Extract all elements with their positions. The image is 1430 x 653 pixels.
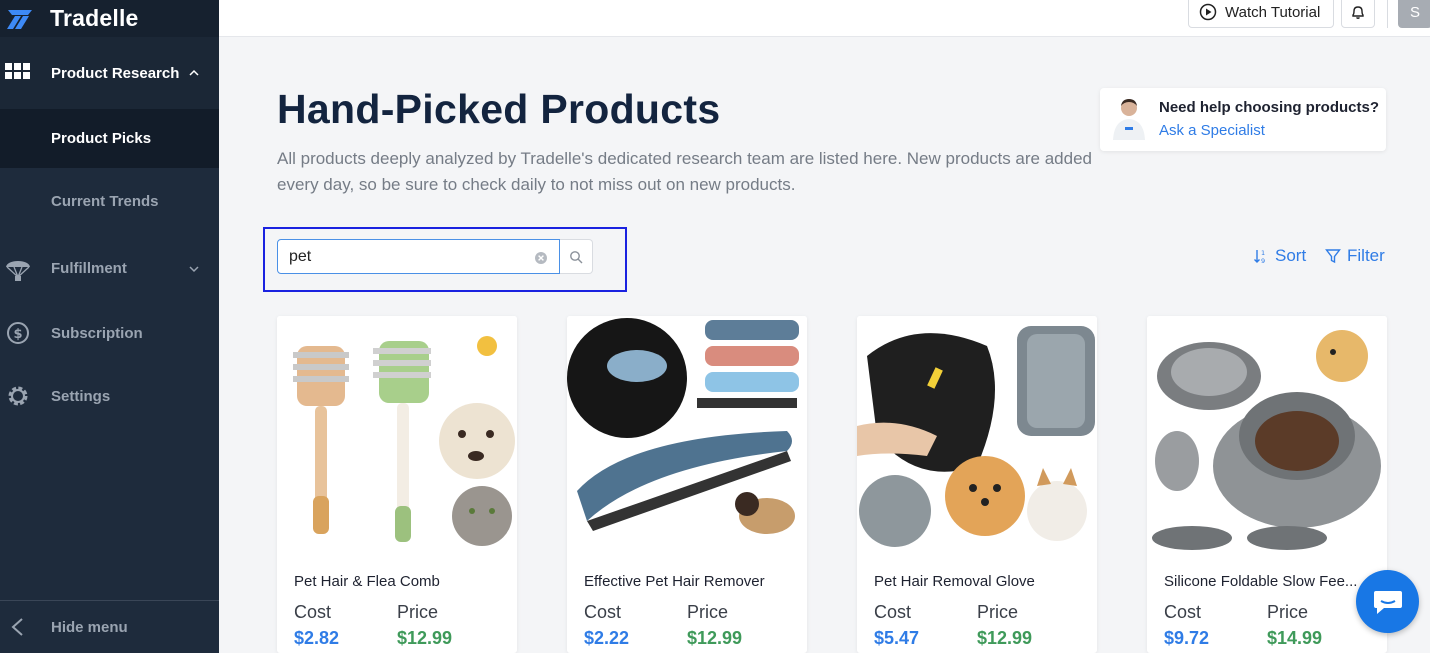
brand-name: Tradelle bbox=[50, 5, 139, 31]
svg-text:$: $ bbox=[13, 327, 22, 342]
price-label: Price bbox=[977, 602, 1019, 622]
filter-icon bbox=[1325, 249, 1341, 264]
hide-menu-button[interactable]: Hide menu bbox=[0, 600, 219, 653]
sidebar-item-label: Product Research bbox=[51, 64, 180, 82]
hide-menu-label: Hide menu bbox=[51, 618, 128, 636]
product-card[interactable]: Effective Pet Hair Remover Cost Price $2… bbox=[567, 316, 807, 653]
filter-button[interactable]: Filter bbox=[1325, 246, 1385, 266]
cost-value: $5.47 bbox=[874, 628, 920, 648]
brand[interactable]: Tradelle bbox=[0, 0, 219, 37]
product-card[interactable]: Pet Hair & Flea Comb Cost Price $2.82 $1… bbox=[277, 316, 517, 653]
clear-search-icon[interactable] bbox=[534, 251, 548, 265]
watch-tutorial-label: Watch Tutorial bbox=[1225, 3, 1321, 21]
product-image-comb bbox=[277, 316, 517, 556]
help-question: Need help choosing products? bbox=[1159, 99, 1380, 116]
sidebar: Tradelle Product Research Product Picks … bbox=[0, 0, 219, 653]
chevron-down-icon bbox=[189, 265, 199, 272]
chevron-left-icon bbox=[11, 618, 23, 636]
play-circle-icon bbox=[1199, 3, 1217, 21]
sort-button[interactable]: 1 9 Sort bbox=[1253, 246, 1306, 266]
watch-tutorial-button[interactable]: Watch Tutorial bbox=[1188, 0, 1334, 28]
product-name: Silicone Foldable Slow Fee... bbox=[1164, 573, 1358, 590]
page-title: Hand-Picked Products bbox=[277, 86, 721, 132]
sidebar-item-product-research[interactable]: Product Research bbox=[0, 37, 219, 109]
product-name: Effective Pet Hair Remover bbox=[584, 573, 765, 590]
product-card[interactable]: Pet Hair Removal Glove Cost Price $5.47 … bbox=[857, 316, 1097, 653]
help-card: Need help choosing products? Ask a Speci… bbox=[1100, 88, 1386, 151]
sidebar-item-product-picks[interactable]: Product Picks bbox=[0, 109, 219, 168]
product-card[interactable]: Silicone Foldable Slow Fee... Cost Price… bbox=[1147, 316, 1387, 653]
cost-value: $2.22 bbox=[584, 628, 630, 648]
sidebar-item-subscription[interactable]: $ Subscription bbox=[0, 302, 219, 364]
product-name: Pet Hair Removal Glove bbox=[874, 573, 1035, 590]
cost-value: $2.82 bbox=[294, 628, 340, 648]
svg-text:1: 1 bbox=[1261, 249, 1265, 257]
sidebar-item-label: Product Picks bbox=[51, 130, 152, 147]
chat-bubble-icon bbox=[1373, 590, 1402, 614]
sidebar-item-current-trends[interactable]: Current Trends bbox=[0, 168, 219, 235]
ask-specialist-link[interactable]: Ask a Specialist bbox=[1159, 122, 1265, 139]
sort-icon: 1 9 bbox=[1254, 249, 1265, 264]
cost-label: Cost bbox=[1164, 602, 1202, 622]
sidebar-item-settings[interactable]: Settings bbox=[0, 364, 219, 428]
price-value: $14.99 bbox=[1267, 628, 1323, 648]
sort-label: Sort bbox=[1275, 246, 1307, 265]
parachute-icon bbox=[6, 260, 30, 281]
search-icon bbox=[570, 250, 583, 263]
search-input[interactable] bbox=[277, 239, 560, 274]
notifications-button[interactable] bbox=[1341, 0, 1375, 28]
cost-value: $9.72 bbox=[1164, 628, 1210, 648]
filter-label: Filter bbox=[1347, 246, 1385, 265]
sidebar-item-fulfillment[interactable]: Fulfillment bbox=[0, 235, 219, 302]
chat-button[interactable] bbox=[1356, 570, 1419, 633]
tradelle-logo-icon bbox=[7, 9, 32, 29]
product-name: Pet Hair & Flea Comb bbox=[294, 573, 440, 590]
price-label: Price bbox=[1267, 602, 1309, 622]
topbar-divider bbox=[1387, 0, 1388, 28]
product-image-hair-remover bbox=[567, 316, 807, 556]
product-image-glove bbox=[857, 316, 1097, 556]
search-button[interactable] bbox=[560, 239, 593, 274]
price-value: $12.99 bbox=[687, 628, 743, 648]
product-image-slow-feeder bbox=[1147, 316, 1387, 556]
top-bar: Watch Tutorial S bbox=[219, 0, 1430, 37]
user-avatar[interactable]: S bbox=[1398, 0, 1430, 28]
page-subtitle: All products deeply analyzed by Tradelle… bbox=[277, 149, 1092, 194]
sidebar-item-label: Settings bbox=[51, 387, 111, 405]
price-value: $12.99 bbox=[977, 628, 1033, 648]
cost-label: Cost bbox=[294, 602, 332, 622]
bell-icon bbox=[1352, 6, 1364, 19]
svg-text:9: 9 bbox=[1261, 257, 1265, 264]
grid-icon bbox=[5, 63, 30, 79]
gear-icon bbox=[8, 386, 28, 406]
sidebar-item-label: Subscription bbox=[51, 324, 143, 342]
cost-label: Cost bbox=[584, 602, 622, 622]
price-value: $12.99 bbox=[397, 628, 453, 648]
cost-label: Cost bbox=[874, 602, 912, 622]
price-label: Price bbox=[687, 602, 729, 622]
sidebar-item-label: Fulfillment bbox=[51, 260, 127, 277]
price-label: Price bbox=[397, 602, 439, 622]
chevron-up-icon bbox=[189, 69, 199, 76]
dollar-cycle-icon: $ bbox=[7, 322, 29, 344]
specialist-avatar bbox=[1113, 99, 1145, 140]
sidebar-item-label: Current Trends bbox=[51, 193, 159, 210]
